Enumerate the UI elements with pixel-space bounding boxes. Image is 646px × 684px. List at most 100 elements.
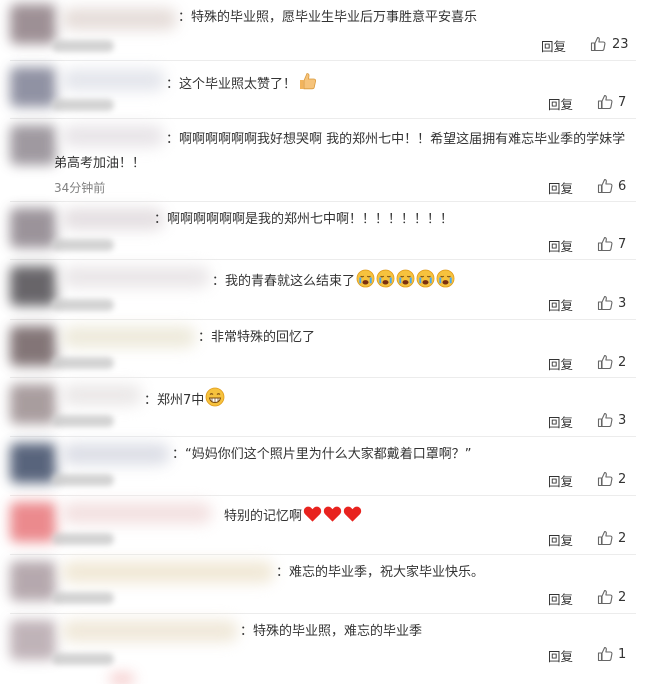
like-icon[interactable] bbox=[590, 36, 606, 52]
reply-button[interactable]: 回复 bbox=[548, 178, 573, 197]
like-icon[interactable] bbox=[597, 295, 613, 311]
username-blurred[interactable] bbox=[62, 8, 177, 30]
like-count: 2 bbox=[618, 531, 627, 546]
username-blurred[interactable] bbox=[62, 266, 210, 288]
comment-text: ：啊啊啊啊啊啊是我的郑州七中啊！！！！！！！！ bbox=[154, 212, 454, 227]
timestamp-blurred bbox=[52, 415, 114, 427]
avatar[interactable] bbox=[10, 67, 56, 107]
username-blurred[interactable] bbox=[62, 208, 164, 230]
avatar[interactable] bbox=[10, 384, 56, 424]
comment-text: ：难忘的毕业季，祝大家毕业快乐。 bbox=[276, 565, 485, 580]
crying-emoji-icons bbox=[355, 269, 455, 289]
reply-button[interactable]: 回复 bbox=[548, 94, 573, 113]
like-count: 1 bbox=[618, 647, 627, 662]
like-count: 2 bbox=[618, 590, 627, 605]
crying-face-emoji-icon bbox=[416, 269, 435, 288]
like-icon[interactable] bbox=[597, 530, 613, 546]
like-count: 3 bbox=[618, 413, 627, 428]
timestamp-blurred bbox=[52, 99, 114, 111]
comment-text: ：我的青春就这么结束了 bbox=[212, 269, 455, 290]
username-blurred[interactable] bbox=[62, 384, 142, 406]
like-count: 6 bbox=[618, 179, 627, 194]
username-blurred[interactable] bbox=[62, 561, 274, 583]
crying-face-emoji-icon bbox=[356, 269, 375, 288]
like-icon[interactable] bbox=[597, 178, 613, 194]
username-blurred[interactable] bbox=[62, 69, 165, 91]
comment-item: ：特殊的毕业照，难忘的毕业季 回复 1 bbox=[0, 614, 646, 684]
like-count: 7 bbox=[618, 237, 627, 252]
comment-item: ：这个毕业照太赞了！ 回复 7 bbox=[0, 61, 646, 118]
like-icon[interactable] bbox=[597, 646, 613, 662]
like-count: 23 bbox=[612, 37, 629, 52]
timestamp-blurred bbox=[52, 239, 114, 251]
timestamp-blurred bbox=[52, 592, 114, 604]
avatar[interactable] bbox=[10, 561, 56, 601]
reply-button[interactable]: 回复 bbox=[541, 36, 566, 55]
comment-text: 特别的记忆啊 bbox=[224, 505, 362, 525]
username-blurred[interactable] bbox=[62, 326, 196, 348]
comment-item: ：郑州7中 回复 3 bbox=[0, 378, 646, 436]
like-icon[interactable] bbox=[597, 94, 613, 110]
like-icon[interactable] bbox=[597, 589, 613, 605]
timestamp-blurred bbox=[52, 299, 114, 311]
avatar[interactable] bbox=[10, 443, 56, 483]
like-icon[interactable] bbox=[597, 354, 613, 370]
comment-item: ：“妈妈你们这个照片里为什么大家都戴着口罩啊？” 回复 2 bbox=[0, 437, 646, 495]
comment-text: ：啊啊啊啊啊啊我好想哭啊 我的郑州七中！！希望这届拥有难忘毕业季的学妹学弟高考加… bbox=[54, 132, 626, 171]
avatar[interactable] bbox=[10, 4, 56, 44]
like-icon[interactable] bbox=[597, 236, 613, 252]
heart-emoji-icons bbox=[302, 506, 362, 524]
username-blurred[interactable] bbox=[62, 620, 238, 642]
timestamp: 34分钟前 bbox=[54, 181, 106, 195]
comment-item: ：我的青春就这么结束了 回复 3 bbox=[0, 260, 646, 319]
avatar[interactable] bbox=[10, 266, 56, 306]
reply-button[interactable]: 回复 bbox=[548, 412, 573, 431]
comment-item: ：非常特殊的回忆了 回复 2 bbox=[0, 320, 646, 377]
comment-text: ：非常特殊的回忆了 bbox=[198, 330, 316, 345]
like-count: 3 bbox=[618, 296, 627, 311]
avatar[interactable] bbox=[10, 502, 56, 542]
comment-text: ：这个毕业照太赞了！ bbox=[166, 71, 317, 93]
avatar[interactable] bbox=[10, 326, 56, 366]
avatar[interactable] bbox=[10, 208, 56, 248]
next-avatar-blurred bbox=[110, 674, 134, 684]
crying-face-emoji-icon bbox=[396, 269, 415, 288]
thumbs-up-emoji-icon bbox=[300, 73, 317, 90]
comment-item: ：啊啊啊啊啊啊是我的郑州七中啊！！！！！！！！ 回复 7 bbox=[0, 202, 646, 259]
comment-item: ：啊啊啊啊啊啊我好想哭啊 我的郑州七中！！希望这届拥有难忘毕业季的学妹学弟高考加… bbox=[0, 119, 646, 201]
username-blurred[interactable] bbox=[62, 443, 170, 465]
comment-text: ：郑州7中 bbox=[144, 387, 225, 409]
like-icon[interactable] bbox=[597, 412, 613, 428]
avatar[interactable] bbox=[10, 620, 56, 660]
comment-text: ：特殊的毕业照，愿毕业生毕业后万事胜意平安喜乐 bbox=[178, 10, 478, 25]
avatar[interactable] bbox=[10, 125, 56, 165]
reply-button[interactable]: 回复 bbox=[548, 646, 573, 665]
like-count: 2 bbox=[618, 355, 627, 370]
timestamp-blurred bbox=[52, 653, 114, 665]
like-icon[interactable] bbox=[597, 471, 613, 487]
reply-button[interactable]: 回复 bbox=[548, 236, 573, 255]
timestamp-blurred bbox=[52, 533, 114, 545]
timestamp-blurred bbox=[52, 357, 114, 369]
like-count: 2 bbox=[618, 472, 627, 487]
comment-item: ：难忘的毕业季，祝大家毕业快乐。 回复 2 bbox=[0, 555, 646, 613]
heart-emoji-icon bbox=[323, 506, 342, 522]
comment-item: ：特殊的毕业照，愿毕业生毕业后万事胜意平安喜乐 回复 23 bbox=[0, 0, 646, 60]
crying-face-emoji-icon bbox=[376, 269, 395, 288]
reply-button[interactable]: 回复 bbox=[548, 295, 573, 314]
reply-button[interactable]: 回复 bbox=[548, 589, 573, 608]
comment-item: 特别的记忆啊 回复 2 bbox=[0, 496, 646, 554]
reply-button[interactable]: 回复 bbox=[548, 354, 573, 373]
grin-emoji-icon bbox=[205, 387, 225, 407]
crying-face-emoji-icon bbox=[436, 269, 455, 288]
like-count: 7 bbox=[618, 95, 627, 110]
username-blurred[interactable] bbox=[62, 502, 212, 524]
reply-button[interactable]: 回复 bbox=[548, 530, 573, 549]
comment-text: ：特殊的毕业照，难忘的毕业季 bbox=[240, 624, 423, 639]
timestamp-blurred bbox=[52, 474, 114, 486]
heart-emoji-icon bbox=[303, 506, 322, 522]
reply-button[interactable]: 回复 bbox=[548, 471, 573, 490]
heart-emoji-icon bbox=[343, 506, 362, 522]
comment-text: ：“妈妈你们这个照片里为什么大家都戴着口罩啊？” bbox=[172, 447, 472, 462]
timestamp-blurred bbox=[52, 40, 114, 52]
